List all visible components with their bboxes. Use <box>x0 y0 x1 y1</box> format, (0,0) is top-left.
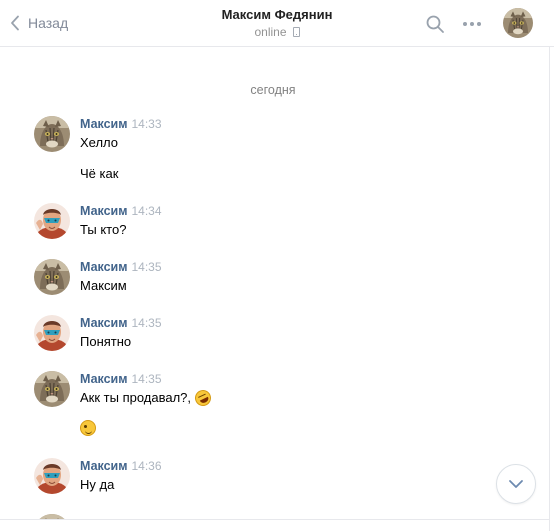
message-group: Максим 14:33 Хелло Чё как <box>34 116 484 191</box>
message-group: Максим 14:34 Ты кто? <box>34 203 484 243</box>
message-text: Ты кто? <box>80 222 127 237</box>
message-header: Максим 14:36 <box>80 458 162 474</box>
cat-avatar <box>503 8 533 38</box>
message-text: Ну да <box>80 477 115 492</box>
message-header: Максим 14:35 <box>80 371 162 387</box>
message-header: Максим 14:34 <box>80 203 162 219</box>
message-time[interactable]: 14:33 <box>132 117 162 131</box>
mobile-phone-icon <box>292 27 300 37</box>
message-text: Хелло <box>80 135 119 150</box>
winking-face-emoji-icon <box>80 420 96 436</box>
message-author[interactable]: Максим <box>80 459 128 473</box>
message-group: Максим 14:35 Акк ты продавал?, <box>34 371 484 443</box>
message-text: Чё как <box>80 166 119 181</box>
message-group: Максим 14:36 Ну да <box>34 458 484 498</box>
chevron-down-icon <box>509 480 523 488</box>
masked-man-avatar <box>34 203 70 239</box>
cat-avatar <box>34 116 70 152</box>
message-text <box>80 420 96 436</box>
message-author[interactable]: Максим <box>80 204 128 218</box>
more-dots-icon <box>463 22 467 26</box>
scroll-down-button[interactable] <box>496 464 536 504</box>
search-icon <box>426 15 444 33</box>
rolling-on-floor-laughing-emoji-icon <box>192 387 214 409</box>
message-header: Максим 14:35 <box>80 259 162 275</box>
masked-man-avatar <box>34 458 70 494</box>
message-avatar[interactable] <box>34 458 70 494</box>
message-group: Максим 14:35 Понятно <box>34 315 484 355</box>
message-text: Максим <box>80 278 127 293</box>
message-group: Максим 14:35 Максим <box>34 259 484 299</box>
message-avatar[interactable] <box>34 203 70 239</box>
chat-header: Назад Максим Федянин online <box>0 0 554 47</box>
message-avatar[interactable] <box>34 371 70 407</box>
message-time[interactable]: 14:36 <box>132 459 162 473</box>
peer-avatar[interactable] <box>503 8 533 38</box>
message-avatar[interactable] <box>34 259 70 295</box>
message-author[interactable]: Максим <box>80 372 128 386</box>
panel-divider <box>549 47 550 531</box>
message-avatar[interactable] <box>34 315 70 351</box>
search-button[interactable] <box>424 13 446 35</box>
message-time[interactable]: 14:35 <box>132 316 162 330</box>
message-text: Акк ты продавал?, <box>80 387 214 409</box>
message-header: Максим 14:35 <box>80 315 162 331</box>
message-time[interactable]: 14:34 <box>132 204 162 218</box>
message-author[interactable]: Максим <box>80 316 128 330</box>
message-text: Понятно <box>80 334 132 349</box>
message-avatar[interactable] <box>34 116 70 152</box>
date-separator: сегодня <box>250 83 296 97</box>
masked-man-avatar <box>34 315 70 351</box>
message-author[interactable]: Максим <box>80 117 128 131</box>
more-button[interactable] <box>460 13 484 35</box>
message-author[interactable]: Максим <box>80 260 128 274</box>
message-time[interactable]: 14:35 <box>132 260 162 274</box>
message-time[interactable]: 14:35 <box>132 372 162 386</box>
peer-status-text: online <box>254 25 287 39</box>
cat-avatar <box>34 371 70 407</box>
composer-edge <box>0 519 549 531</box>
message-header: Максим 14:33 <box>80 116 162 132</box>
cat-avatar <box>34 259 70 295</box>
peer-status: online <box>254 23 300 41</box>
